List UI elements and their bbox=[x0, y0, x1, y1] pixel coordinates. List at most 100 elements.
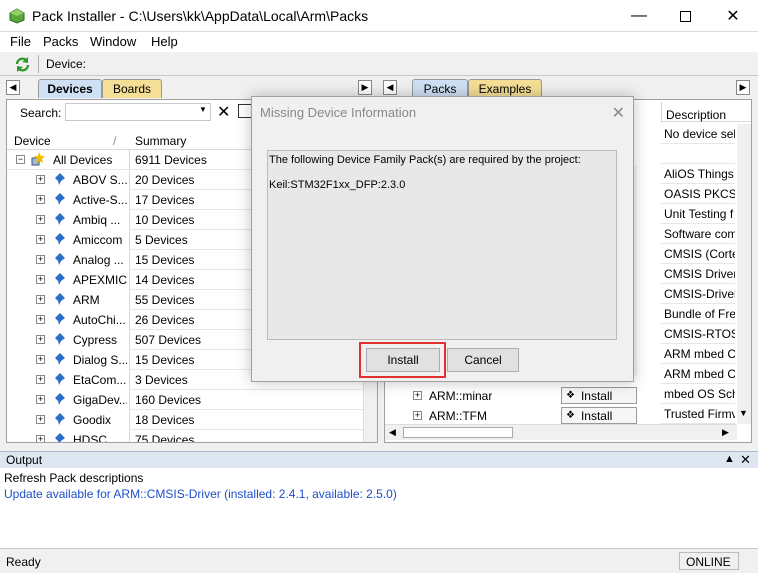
description-cell: ARM mbed C bbox=[661, 364, 735, 384]
dialog-message-box: The following Device Family Pack(s) are … bbox=[267, 150, 617, 340]
expand-icon[interactable]: + bbox=[36, 435, 45, 442]
description-column-label[interactable]: Description bbox=[666, 108, 726, 122]
device-row[interactable]: + Goodix 18 Devices bbox=[7, 410, 377, 430]
vendor-name: ARM bbox=[73, 293, 100, 307]
vendor-name: Cypress bbox=[73, 333, 118, 347]
scroll-right-icon[interactable]: ▶ bbox=[722, 427, 729, 438]
pack-name: ARM::TFM bbox=[429, 409, 487, 423]
dialog-message: The following Device Family Pack(s) are … bbox=[269, 154, 581, 166]
description-cell: CMSIS-Driver bbox=[661, 284, 735, 304]
description-cell: OASIS PKCS # bbox=[661, 184, 735, 204]
vendor-name: Goodix bbox=[73, 413, 112, 427]
clear-search-icon[interactable]: ✕ bbox=[217, 102, 230, 122]
menu-window[interactable]: Window bbox=[90, 34, 136, 49]
vendor-name: ABOV S... bbox=[73, 173, 127, 187]
vendor-summary: 75 Devices bbox=[135, 433, 195, 443]
maximize-button[interactable] bbox=[662, 0, 708, 32]
output-close-icon[interactable]: ✕ bbox=[740, 452, 751, 468]
left-scroll-right-icon[interactable]: ▶ bbox=[358, 80, 372, 95]
vendor-pin-icon bbox=[55, 433, 65, 442]
summary-column-label[interactable]: Summary bbox=[135, 134, 186, 148]
vendor-name: HDSC bbox=[73, 433, 108, 443]
install-pack-button[interactable]: ❖ Install bbox=[561, 407, 637, 424]
vendor-summary: 10 Devices bbox=[135, 213, 195, 227]
toolbar: Device: bbox=[0, 52, 758, 76]
description-cell: Software com bbox=[661, 224, 735, 244]
pin-icon[interactable]: ▲ bbox=[724, 453, 735, 465]
vendor-summary: 15 Devices bbox=[135, 353, 195, 367]
scroll-down-icon[interactable]: ▼ bbox=[739, 408, 748, 418]
minimize-button[interactable]: — bbox=[616, 0, 662, 32]
expand-icon[interactable]: + bbox=[36, 255, 45, 264]
status-text: Ready bbox=[6, 555, 41, 569]
expand-icon[interactable]: + bbox=[413, 411, 422, 420]
vendor-summary: 507 Devices bbox=[135, 333, 202, 347]
close-button[interactable]: ✕ bbox=[710, 0, 756, 32]
device-label: Device: bbox=[46, 57, 87, 71]
output-line: Refresh Pack descriptions bbox=[4, 471, 144, 485]
scroll-thumb[interactable] bbox=[403, 427, 513, 438]
minimize-icon: — bbox=[631, 7, 647, 24]
vendor-pin-icon bbox=[55, 213, 65, 225]
tab-devices[interactable]: Devices bbox=[38, 79, 102, 98]
description-cell: ARM mbed C bbox=[661, 344, 735, 364]
device-row[interactable]: + HDSC 75 Devices bbox=[7, 430, 377, 443]
all-devices-label: All Devices bbox=[53, 153, 113, 167]
install-label: Install bbox=[580, 408, 613, 423]
expand-icon[interactable]: + bbox=[36, 235, 45, 244]
menu-file[interactable]: File bbox=[10, 34, 31, 49]
required-pack-name: Keil:STM32F1xx_DFP:2.3.0 bbox=[269, 179, 406, 191]
device-row[interactable]: + GigaDev... 160 Devices bbox=[7, 390, 377, 410]
expand-icon[interactable]: + bbox=[36, 395, 45, 404]
all-devices-summary: 6911 Devices bbox=[135, 153, 207, 167]
collapse-icon[interactable]: − bbox=[16, 155, 25, 164]
vendor-summary: 18 Devices bbox=[135, 413, 195, 427]
device-column-label[interactable]: Device bbox=[14, 134, 51, 148]
description-cell: Bundle of Fre bbox=[661, 304, 735, 324]
output-title: Output bbox=[6, 453, 43, 467]
vendor-pin-icon bbox=[55, 313, 65, 325]
expand-icon[interactable]: + bbox=[36, 355, 45, 364]
vendor-summary: 17 Devices bbox=[135, 193, 195, 207]
pack-installer-icon bbox=[9, 8, 25, 24]
left-scroll-left-icon[interactable]: ◀ bbox=[6, 80, 20, 95]
expand-icon[interactable]: + bbox=[36, 335, 45, 344]
close-icon: ✕ bbox=[726, 8, 740, 25]
search-dropdown-icon[interactable]: ▼ bbox=[199, 105, 207, 114]
expand-icon[interactable]: + bbox=[36, 195, 45, 204]
vendor-pin-icon bbox=[55, 233, 65, 245]
dialog-close-icon[interactable]: ✕ bbox=[612, 103, 625, 123]
description-cell: AliOS Things bbox=[661, 164, 735, 184]
tab-boards[interactable]: Boards bbox=[102, 79, 162, 98]
packs-horizontal-scrollbar[interactable]: ◀ ▶ bbox=[385, 424, 737, 440]
cancel-button[interactable]: Cancel bbox=[447, 348, 519, 372]
expand-icon[interactable]: + bbox=[36, 275, 45, 284]
expand-all-icon[interactable] bbox=[238, 104, 252, 118]
vendor-pin-icon bbox=[55, 273, 65, 285]
right-scroll-right-icon[interactable]: ▶ bbox=[736, 80, 750, 95]
vendor-name: Ambiq ... bbox=[73, 213, 121, 227]
expand-icon[interactable]: + bbox=[36, 315, 45, 324]
vendor-pin-icon bbox=[55, 293, 65, 305]
menu-help[interactable]: Help bbox=[151, 34, 178, 49]
vendor-name: Active-S... bbox=[73, 193, 127, 207]
expand-icon[interactable]: + bbox=[36, 295, 45, 304]
right-scroll-left-icon[interactable]: ◀ bbox=[383, 80, 397, 95]
expand-icon[interactable]: + bbox=[36, 175, 45, 184]
pack-row-tfm[interactable]: + ARM::TFM ❖ Install bbox=[385, 406, 751, 426]
expand-icon[interactable]: + bbox=[36, 375, 45, 384]
left-tab-strip: ◀ Devices Boards ▶ bbox=[0, 78, 378, 98]
search-input[interactable] bbox=[65, 103, 211, 121]
refresh-icon[interactable] bbox=[14, 56, 31, 73]
scroll-left-icon[interactable]: ◀ bbox=[389, 427, 396, 438]
install-pack-button[interactable]: ❖ Install bbox=[561, 387, 637, 404]
vendor-name: AutoChi... bbox=[73, 313, 126, 327]
packs-vertical-scrollbar[interactable]: ▼ bbox=[737, 124, 751, 424]
pack-row-minar[interactable]: + ARM::minar ❖ Install bbox=[385, 386, 751, 406]
menu-packs[interactable]: Packs bbox=[43, 34, 78, 49]
expand-icon[interactable]: + bbox=[413, 391, 422, 400]
vendor-name: APEXMIC bbox=[73, 273, 127, 287]
expand-icon[interactable]: + bbox=[36, 415, 45, 424]
vendor-pin-icon bbox=[55, 173, 65, 185]
expand-icon[interactable]: + bbox=[36, 215, 45, 224]
